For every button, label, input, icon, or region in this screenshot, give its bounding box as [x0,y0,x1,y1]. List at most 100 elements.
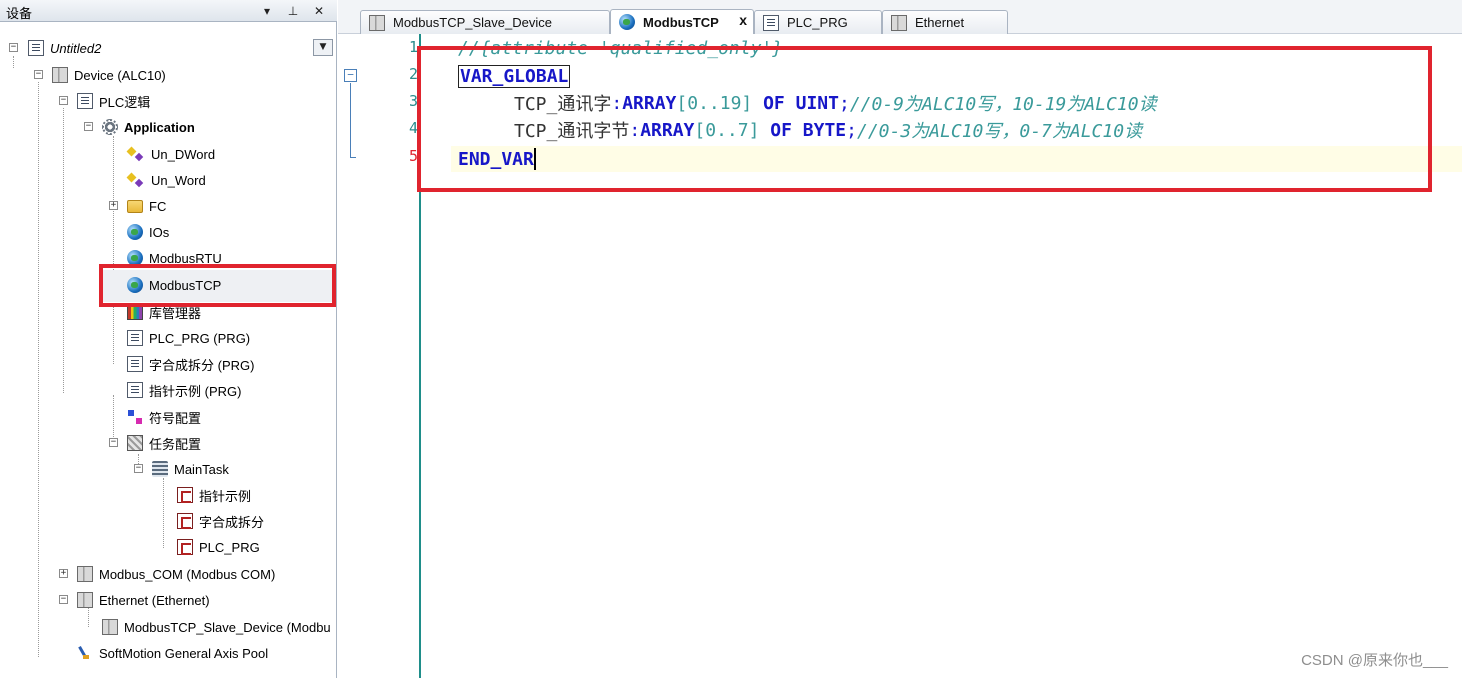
tree-node-plc-logic[interactable]: PLC逻辑 [77,91,150,111]
line-comment: //0-9为ALC10写，10-19为ALC10读 [849,94,1157,115]
program-document-icon [127,382,143,398]
tree-node-label: 库管理器 [149,305,202,321]
tree-node-modbus-rtu[interactable]: ModbusRTU [127,248,222,268]
tree-node-ethernet[interactable]: Ethernet (Ethernet) [77,590,210,610]
collapse-toggle-icon[interactable]: − [84,122,93,131]
program-call-icon [177,539,193,555]
tree-node-un-dword[interactable]: Un_DWord [127,144,215,164]
tree-node-fc[interactable]: FC [127,196,166,216]
tree-node-label: Untitled2 [50,40,102,56]
collapse-toggle-icon[interactable]: − [109,438,118,447]
tree-node-plc-prg[interactable]: PLC_PRG (PRG) [127,328,250,348]
tree-node-device[interactable]: Device (ALC10) [52,65,166,85]
tree-guide [163,478,164,548]
colon: : [629,119,641,141]
expand-toggle-icon[interactable]: + [59,569,68,578]
array-keyword: ARRAY [640,119,695,141]
var-global-keyword: VAR_GLOBAL [458,64,571,88]
tab-plc-prg[interactable]: PLC_PRG [754,10,882,34]
editor-area: ModbusTCP_Slave_Device ModbusTCP x PLC_P… [338,0,1462,678]
tab-label: Ethernet [915,15,965,30]
collapse-toggle-icon[interactable]: − [34,70,43,79]
tree-node-task-pointer-example[interactable]: 指针示例 [177,485,251,505]
project-icon [28,40,44,56]
code-line-4[interactable]: TCP_通讯字节: ARRAY [0..7] OF BYTE;//0-3为ALC10… [514,117,1142,143]
tree-node-modbus-com[interactable]: Modbus_COM (Modbus COM) [77,564,275,584]
tab-modbus-tcp-slave-device[interactable]: ModbusTCP_Slave_Device [360,10,610,34]
tree-dropdown-button[interactable]: ▼ [313,39,333,56]
end-var-keyword: END_VAR [458,148,534,170]
global-vars-globe-icon [127,277,143,293]
type-keyword: BYTE [802,119,847,141]
tree-node-label: 符号配置 [149,410,202,426]
program-call-icon [177,513,193,529]
fold-collapse-icon[interactable]: − [344,69,357,82]
code-line-3[interactable]: TCP_通讯字: ARRAY [0..19] OF UINT;//0-9为ALC10… [514,90,1157,116]
device-icon [369,14,385,31]
tree-guide [38,82,39,657]
current-line-highlight [451,146,1462,172]
collapse-toggle-icon[interactable]: − [59,595,68,604]
tree-node-label: ModbusTCP [149,277,222,293]
tree-node-softmotion-pool[interactable]: SoftMotion General Axis Pool [77,643,268,663]
array-keyword: ARRAY [622,92,677,114]
tree-node-task-plc-prg[interactable]: PLC_PRG [177,537,260,557]
tree-node-label: 任务配置 [149,436,202,452]
tree-node-label: Device (ALC10) [74,67,166,83]
program-document-icon [127,330,143,346]
global-vars-globe-icon [127,250,143,266]
global-vars-globe-icon [619,14,635,30]
devices-panel-header: 设备 ▾ ⊥ ✕ [0,0,337,22]
line-number: 1 [408,38,418,56]
tab-close-icon[interactable]: x [739,12,747,28]
tree-node-word-split[interactable]: 字合成拆分 (PRG) [127,354,254,374]
tree-node-task-config[interactable]: 任务配置 [127,433,201,453]
tree-node-label: 指针示例 (PRG) [149,383,242,399]
semicolon: ; [846,119,857,141]
tree-node-label: FC [149,198,167,214]
tree-node-main-task[interactable]: MainTask [152,459,229,479]
task-stack-icon [152,461,168,477]
expand-toggle-icon[interactable]: + [109,201,118,210]
watermark-text: CSDN @原来你也___ [1301,652,1448,669]
tree-node-modbus-tcp[interactable]: ModbusTCP [127,275,221,295]
tree-node-modbus-tcp-slave[interactable]: ModbusTCP_Slave_Device (Modbu [102,617,335,637]
tree-guide [63,108,64,393]
tab-ethernet[interactable]: Ethernet [882,10,1008,34]
tree-node-un-word[interactable]: Un_Word [127,170,206,190]
tree-node-library-manager[interactable]: 库管理器 [127,302,201,322]
line-number: 2 [408,65,418,83]
tree-node-project[interactable]: Untitled2 [28,38,101,58]
variable-name: TCP_通讯字节 [514,121,630,142]
tree-node-label: PLC逻辑 [99,94,151,110]
panel-menu-icon[interactable]: ▾ [258,2,276,20]
code-line-5[interactable]: END_VAR [458,146,536,172]
tree-node-label: Modbus_COM (Modbus COM) [99,566,276,582]
panel-dock-icon[interactable]: ⊥ [284,2,302,20]
gutter-divider [419,34,421,678]
variable-type-icon [127,172,145,188]
collapse-toggle-icon[interactable]: − [9,43,18,52]
device-icon [102,619,118,635]
tree-node-ios[interactable]: IOs [127,222,169,242]
tree-node-pointer-example[interactable]: 指针示例 (PRG) [127,380,241,400]
tree-node-symbol-config[interactable]: 符号配置 [127,407,201,427]
tree-node-task-word-split[interactable]: 字合成拆分 [177,511,264,531]
array-range: [0..19] [676,92,753,114]
tree-guide [113,136,114,364]
collapse-toggle-icon[interactable]: − [134,464,143,473]
code-line-1[interactable]: //{attribute 'qualified_only'} [458,35,783,61]
type-keyword: UINT [795,92,839,114]
folder-icon [127,199,143,213]
tab-modbus-tcp[interactable]: ModbusTCP x [610,9,754,34]
global-vars-globe-icon [127,224,143,240]
program-document-icon [763,14,779,31]
tree-node-label: ModbusRTU [149,250,222,266]
tab-label: PLC_PRG [787,15,848,30]
library-books-icon [127,304,143,320]
collapse-toggle-icon[interactable]: − [59,96,68,105]
tree-node-label: Application [124,119,195,135]
code-line-2[interactable]: VAR_GLOBAL [458,63,571,89]
tree-node-application[interactable]: Application [102,117,195,137]
panel-close-icon[interactable]: ✕ [310,2,328,20]
